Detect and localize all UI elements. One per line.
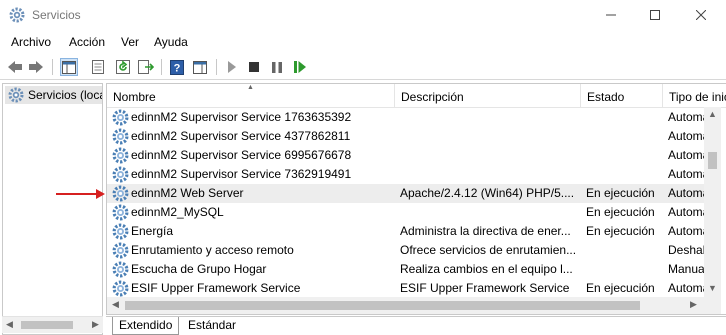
- column-header-state[interactable]: Estado: [581, 84, 663, 108]
- service-gear-icon: [112, 242, 129, 259]
- service-description: Ofrece servicios de enrutamien...: [400, 243, 577, 257]
- scroll-thumb[interactable]: [708, 152, 717, 169]
- service-state: En ejecución: [586, 205, 655, 219]
- export-icon[interactable]: [137, 58, 155, 76]
- tree-item-services-local[interactable]: Servicios (locales): [5, 86, 102, 104]
- column-header-description[interactable]: Descripción: [395, 84, 581, 108]
- show-tree-icon[interactable]: [60, 58, 78, 76]
- view-tabs: Extendido Estándar: [106, 316, 726, 335]
- service-name: edinnM2 Supervisor Service 6995676678: [131, 148, 352, 162]
- maximize-icon: [650, 10, 660, 20]
- minimize-button[interactable]: [588, 0, 634, 30]
- window-title: Servicios: [32, 8, 81, 22]
- forward-icon[interactable]: [27, 58, 45, 76]
- back-icon[interactable]: [6, 58, 24, 76]
- service-gear-icon: [112, 166, 129, 183]
- tab-estandar[interactable]: Estándar: [182, 317, 242, 335]
- service-gear-icon: [112, 261, 129, 278]
- scroll-left-icon[interactable]: ◀: [6, 319, 13, 330]
- column-header-name[interactable]: Nombre: [107, 84, 395, 108]
- service-gear-icon: [112, 109, 129, 126]
- properties-icon[interactable]: [89, 58, 107, 76]
- service-name: ESIF Upper Framework Service: [131, 281, 301, 295]
- service-state: En ejecución: [586, 224, 655, 238]
- toolbar-separator: [52, 59, 53, 75]
- start-icon[interactable]: [223, 58, 241, 76]
- service-description: Apache/2.4.12 (Win64) PHP/5....: [400, 186, 575, 200]
- close-icon: [696, 10, 706, 20]
- service-row[interactable]: edinnM2 Supervisor Service 6995676678 Aut…: [107, 146, 718, 165]
- title-bar: Servicios: [0, 0, 726, 30]
- service-description: ESIF Upper Framework Service: [400, 281, 570, 295]
- scroll-thumb[interactable]: [21, 321, 73, 329]
- refresh-icon[interactable]: [114, 58, 132, 76]
- services-gear-icon: [8, 87, 24, 103]
- horizontal-scrollbar[interactable]: ◀ ▶: [107, 297, 704, 314]
- service-row[interactable]: edinnM2 Web Server Apache/2.4.12 (Win64) …: [107, 184, 718, 203]
- service-name: edinnM2 Supervisor Service 1763635392: [131, 110, 352, 124]
- menu-ver[interactable]: Ver: [121, 35, 139, 49]
- service-name: edinnM2 Supervisor Service 4377862811: [131, 129, 351, 143]
- column-header-row: ▲ Nombre Descripción Estado Tipo de inic…: [107, 84, 726, 108]
- scroll-right-icon[interactable]: ▶: [690, 299, 697, 310]
- service-gear-icon: [112, 147, 129, 164]
- help-icon[interactable]: ?: [168, 58, 186, 76]
- close-button[interactable]: [678, 0, 724, 30]
- menu-accion[interactable]: Acción: [69, 35, 105, 49]
- scroll-down-icon[interactable]: ▼: [708, 283, 717, 293]
- service-row[interactable]: Energía Administra la directiva de ener..…: [107, 222, 718, 241]
- service-name: Enrutamiento y acceso remoto: [131, 243, 294, 257]
- service-state: En ejecución: [586, 186, 655, 200]
- service-gear-icon: [112, 204, 129, 221]
- maximize-button[interactable]: [632, 0, 678, 30]
- service-row[interactable]: edinnM2 Supervisor Service 1763635392 Aut…: [107, 108, 718, 127]
- column-header-startup-type[interactable]: Tipo de inicio: [663, 84, 726, 108]
- pause-icon[interactable]: [268, 58, 286, 76]
- services-list: ▲ Nombre Descripción Estado Tipo de inic…: [106, 83, 726, 315]
- toolbar-separator: [216, 59, 217, 75]
- tree-item-label: Servicios (locales): [28, 88, 102, 102]
- service-gear-icon: [112, 223, 129, 240]
- service-row[interactable]: edinnM2 Supervisor Service 4377862811 Aut…: [107, 127, 718, 146]
- scroll-up-icon[interactable]: ▲: [708, 109, 717, 119]
- scroll-left-icon[interactable]: ◀: [112, 299, 119, 310]
- menu-bar: Archivo Acción Ver Ayuda: [0, 32, 726, 52]
- toolbar: ?: [0, 54, 726, 80]
- svg-text:?: ?: [174, 62, 181, 74]
- scrollbar-corner: [704, 297, 721, 314]
- red-annotation-arrow: [56, 189, 105, 199]
- service-name: edinnM2 Supervisor Service 7362919491: [131, 167, 352, 181]
- scroll-thumb[interactable]: [125, 301, 640, 310]
- menu-ayuda[interactable]: Ayuda: [154, 35, 188, 49]
- service-description: Realiza cambios en el equipo l...: [400, 262, 573, 276]
- service-row[interactable]: Escucha de Grupo Hogar Realiza cambios en…: [107, 260, 707, 279]
- services-gear-icon: [9, 7, 25, 23]
- tree-horizontal-scrollbar[interactable]: ◀ ▶: [2, 316, 103, 333]
- service-name: Escucha de Grupo Hogar: [131, 262, 267, 276]
- stop-icon[interactable]: [245, 58, 263, 76]
- service-gear-icon: [112, 185, 129, 202]
- vertical-scrollbar[interactable]: ▲ ▼: [704, 107, 721, 297]
- service-row[interactable]: Enrutamiento y acceso remoto Ofrece servi…: [107, 241, 718, 260]
- menu-archivo[interactable]: Archivo: [11, 35, 51, 49]
- service-name: edinnM2 Web Server: [131, 186, 244, 200]
- tree-pane: Servicios (locales): [2, 83, 103, 335]
- service-row[interactable]: ESIF Upper Framework Service ESIF Upper F…: [107, 279, 718, 298]
- tab-extendido[interactable]: Extendido: [112, 317, 180, 335]
- service-row[interactable]: edinnM2 Supervisor Service 7362919491 Aut…: [107, 165, 718, 184]
- service-state: En ejecución: [586, 281, 655, 295]
- show-pane-icon[interactable]: [191, 58, 209, 76]
- service-gear-icon: [112, 128, 129, 145]
- service-name: Energía: [131, 224, 174, 238]
- resume-icon[interactable]: [291, 58, 309, 76]
- service-gear-icon: [112, 280, 129, 297]
- toolbar-separator: [161, 59, 162, 75]
- service-description: Administra la directiva de ener...: [400, 224, 571, 238]
- scroll-right-icon[interactable]: ▶: [92, 319, 99, 330]
- service-name: edinnM2_MySQL: [131, 205, 224, 219]
- minimize-icon: [606, 14, 616, 16]
- service-row[interactable]: edinnM2_MySQLEn ejecuciónAutomático: [107, 203, 718, 222]
